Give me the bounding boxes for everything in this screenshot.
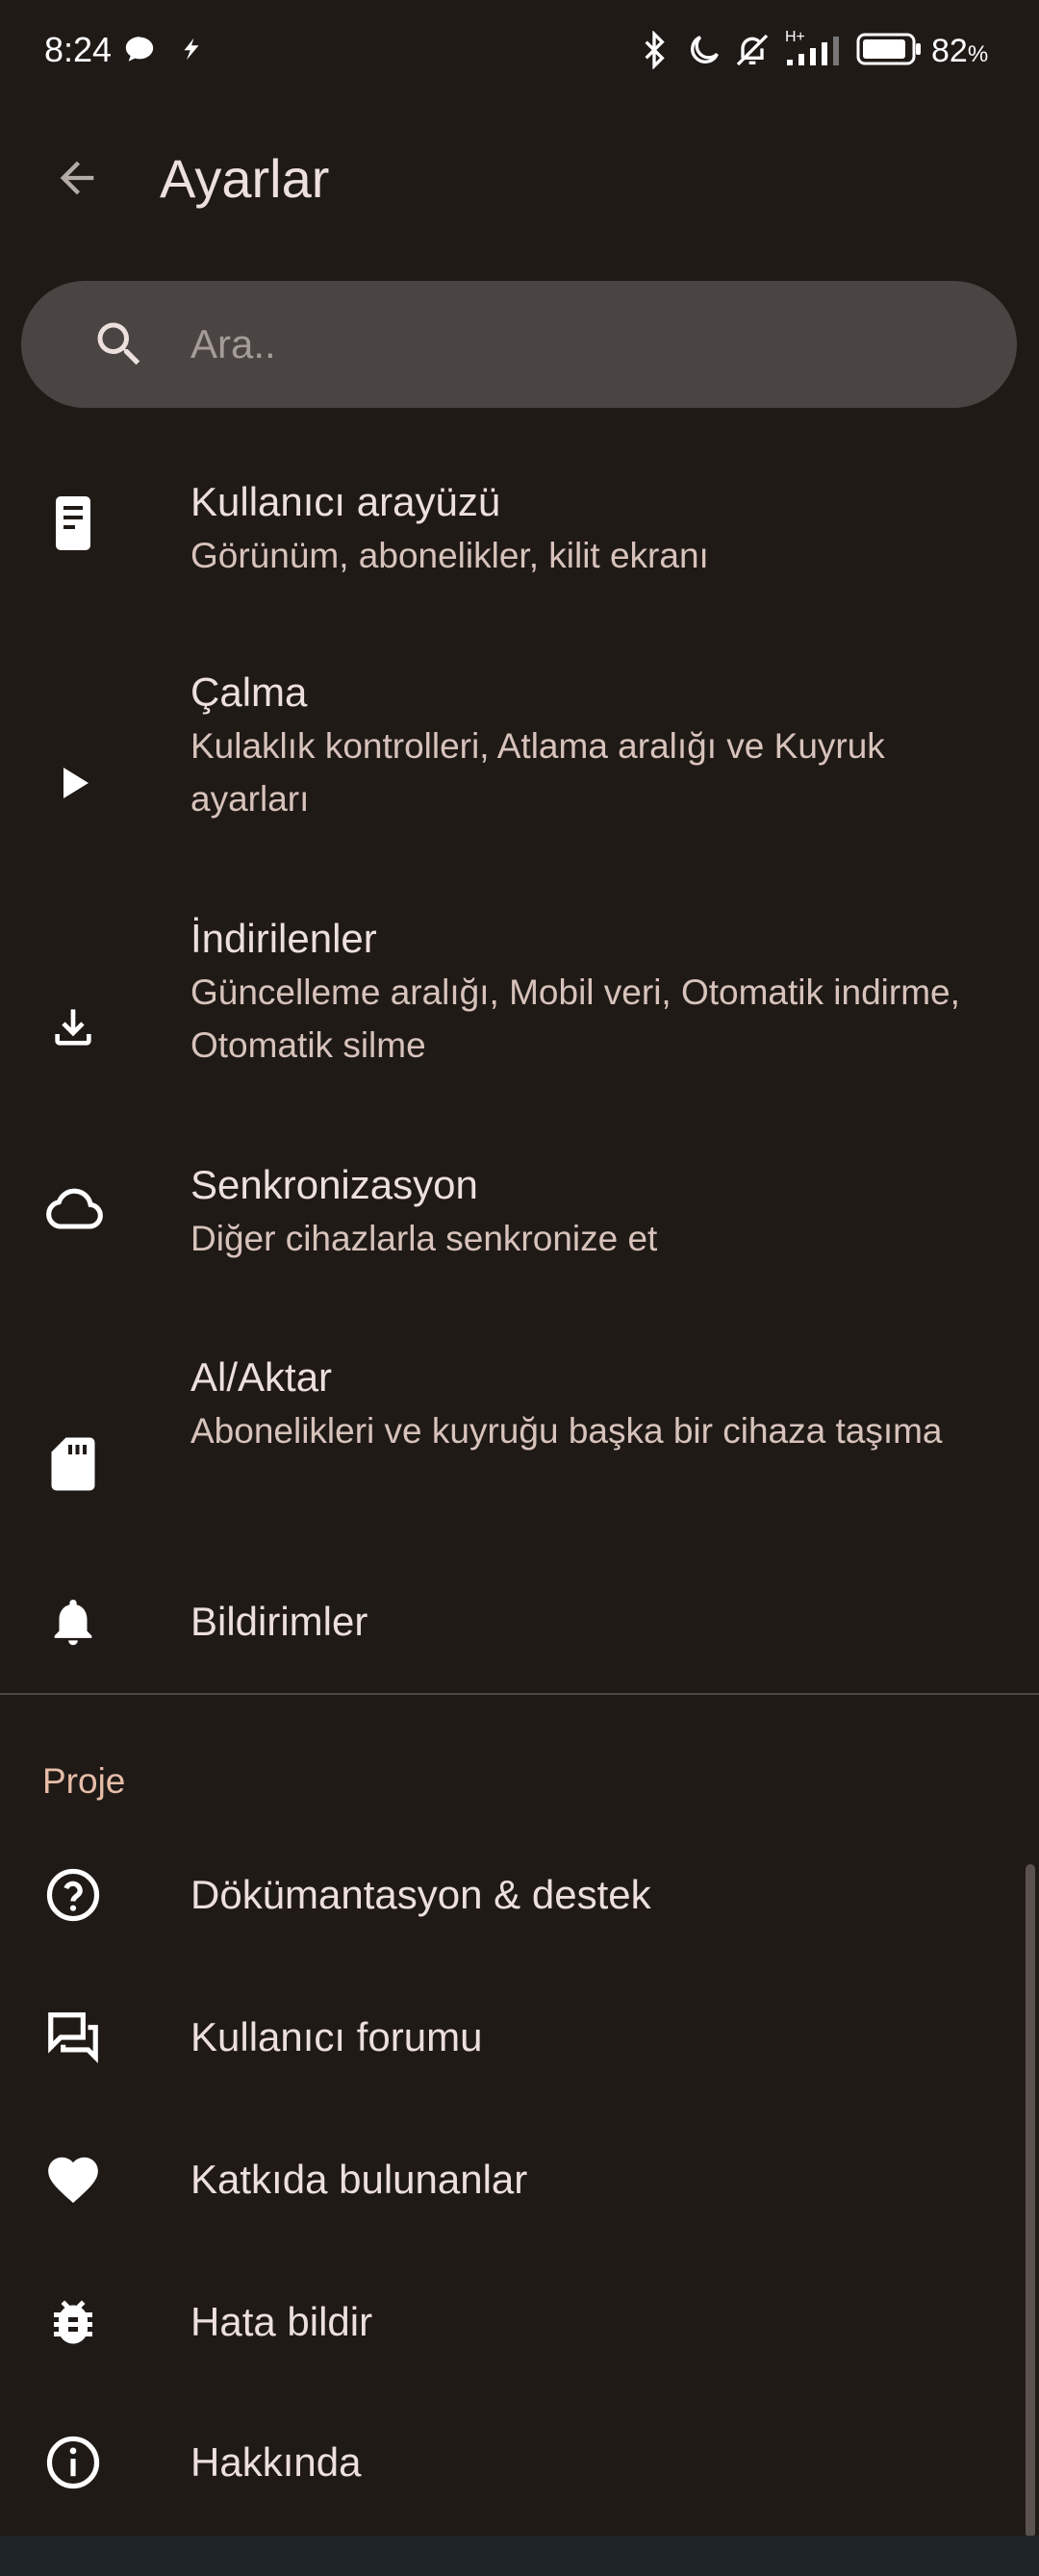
search-input[interactable] (190, 281, 960, 408)
settings-item-import-export[interactable]: Al/Aktar Abonelikleri ve kuyruğu başka b… (0, 1327, 1039, 1529)
info-icon (35, 2424, 112, 2501)
play-icon (35, 745, 112, 821)
settings-item-notifications[interactable]: Bildirimler (0, 1564, 1039, 1679)
heart-icon (35, 2141, 112, 2218)
bug-icon (35, 2284, 112, 2361)
settings-item-downloads[interactable]: İndirilenler Güncelleme aralığı, Mobil v… (0, 889, 1039, 1091)
settings-item-sync[interactable]: Senkronizasyon Diğer cihazlarla senkroni… (0, 1135, 1039, 1279)
chat-bubble-icon (125, 37, 154, 62)
sd-card-icon (35, 1426, 112, 1503)
bell-icon (35, 1583, 112, 1660)
help-circle-icon (35, 1856, 112, 1933)
settings-item-title: Al/Aktar (190, 1354, 333, 1400)
app-notification-icon (184, 38, 199, 61)
project-item-title: Dökümantasyon & destek (190, 1872, 651, 1917)
settings-item-playback[interactable]: Çalma Kulaklık kontrolleri, Atlama aralı… (0, 643, 1039, 845)
settings-item-subtitle: Güncelleme aralığı, Mobil veri, Otomatik… (190, 972, 960, 1065)
muted-bell-icon (736, 34, 769, 66)
search-icon (97, 322, 140, 366)
battery-percent: 82% (931, 33, 989, 69)
cloud-icon (35, 1172, 112, 1249)
phone-document-icon (35, 485, 112, 562)
bluetooth-icon (645, 31, 665, 69)
back-button[interactable] (38, 139, 115, 216)
search-bar[interactable] (21, 281, 1017, 408)
battery-icon (856, 33, 921, 65)
forum-icon (35, 1999, 112, 2076)
status-bar: 8:24 H+ 82% (0, 0, 1039, 100)
page-title: Ayarlar (160, 148, 330, 209)
do-not-disturb-moon-icon (691, 36, 719, 63)
settings-item-title: Bildirimler (190, 1599, 368, 1644)
project-item-user-forum[interactable]: Kullanıcı forumu (0, 1970, 1039, 2105)
system-navigation-bar (0, 2536, 1039, 2576)
arrow-back-icon (60, 161, 94, 195)
scrollbar[interactable] (1026, 1864, 1035, 2538)
settings-item-title: Senkronizasyon (190, 1162, 478, 1207)
signal-icon (787, 37, 839, 65)
project-item-title: Hata bildir (190, 2299, 373, 2344)
settings-item-subtitle: Kulaklık kontrolleri, Atlama aralığı ve … (190, 726, 885, 819)
section-divider (0, 1693, 1039, 1695)
status-time: 8:24 (44, 30, 113, 69)
project-item-report-bug[interactable]: Hata bildir (0, 2255, 1039, 2389)
app-bar: Ayarlar (0, 115, 1039, 240)
project-item-title: Kullanıcı forumu (190, 2014, 483, 2059)
settings-item-subtitle: Diğer cihazlarla senkronize et (190, 1219, 658, 1258)
download-icon (35, 989, 112, 1066)
section-header-project: Proje (42, 1761, 126, 1801)
settings-item-title: İndirilenler (190, 916, 377, 961)
settings-item-title: Çalma (190, 669, 308, 715)
settings-item-title: Kullanıcı arayüzü (190, 479, 501, 524)
project-item-title: Katkıda bulunanlar (190, 2157, 528, 2202)
settings-item-subtitle: Abonelikleri ve kuyruğu başka bir cihaza… (190, 1411, 943, 1451)
settings-item-user-interface[interactable]: Kullanıcı arayüzü Görünüm, abonelikler, … (0, 452, 1039, 596)
project-item-about[interactable]: Hakkında (0, 2395, 1039, 2530)
settings-item-subtitle: Görünüm, abonelikler, kilit ekranı (190, 536, 709, 575)
project-item-docs-support[interactable]: Dökümantasyon & destek (0, 1828, 1039, 1962)
project-item-title: Hakkında (190, 2439, 362, 2485)
project-item-contributors[interactable]: Katkıda bulunanlar (0, 2112, 1039, 2247)
